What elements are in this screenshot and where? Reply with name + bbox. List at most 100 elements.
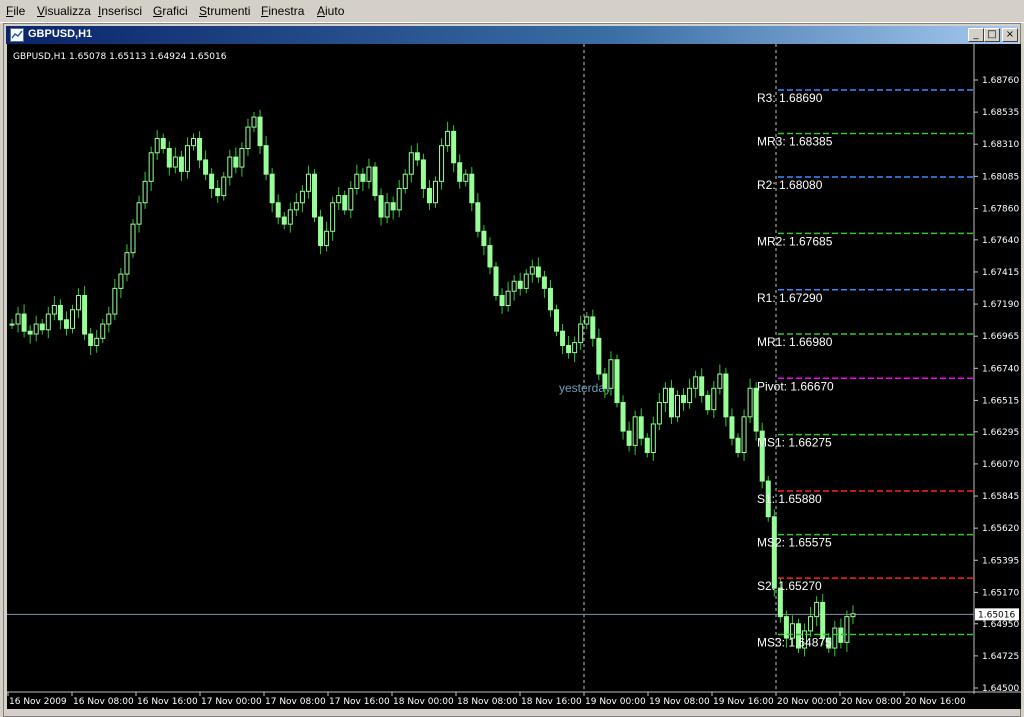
candle-body <box>420 159 426 189</box>
candle-body <box>753 387 759 432</box>
candle-body <box>76 295 82 311</box>
candle-body <box>27 330 33 335</box>
pivot-level-label: MS3: 1.64875 <box>757 635 832 649</box>
candle-body <box>693 376 699 389</box>
time-tick-label: 20 Nov 08:00 <box>841 697 902 707</box>
candle-body <box>263 145 269 175</box>
candle-body <box>378 195 384 218</box>
candle-body <box>681 394 687 404</box>
candle-body <box>723 373 729 418</box>
close-button[interactable]: × <box>1002 28 1018 42</box>
candle-body <box>771 516 777 589</box>
pivot-level-label: S2: 1.65270 <box>757 579 822 593</box>
time-tick-label: 16 Nov 16:00 <box>137 697 198 707</box>
price-tick-label: 1.68535 <box>982 108 1019 118</box>
candle-body <box>602 373 608 389</box>
candle-body <box>166 148 172 168</box>
candle-body <box>741 416 747 454</box>
pivot-level-label: S1: 1.65880 <box>757 492 822 506</box>
candle-body <box>566 344 572 354</box>
menu-grafici[interactable]: Grafici <box>153 4 188 18</box>
candle-body <box>590 316 596 339</box>
candle-body <box>154 138 160 154</box>
candle-body <box>529 266 535 275</box>
candle-body <box>481 230 487 247</box>
price-tick-label: 1.66515 <box>982 396 1019 406</box>
candle-body <box>299 190 305 204</box>
candle-body <box>118 273 124 289</box>
candle-body <box>560 330 566 346</box>
candle-body <box>814 601 820 618</box>
candle-body <box>396 187 402 211</box>
candle-body <box>426 187 432 204</box>
time-tick-label: 16 Nov 08:00 <box>73 697 134 707</box>
candle-body <box>9 323 15 326</box>
current-price-label: 1.65016 <box>978 610 1015 620</box>
candle-body <box>88 333 94 346</box>
candle-body <box>33 323 39 335</box>
candle-body <box>257 116 263 147</box>
candle-body <box>221 176 227 197</box>
price-tick-label: 1.65620 <box>982 524 1019 534</box>
candle-body <box>148 152 154 182</box>
maximize-button[interactable]: □ <box>984 28 1000 42</box>
pivot-level-label: Pivot: 1.66670 <box>757 379 834 393</box>
candle-body <box>305 173 311 192</box>
price-tick-label: 1.66295 <box>982 428 1019 438</box>
price-tick-label: 1.65845 <box>982 492 1019 502</box>
candle-body <box>517 280 523 289</box>
chart-info-line: GBPUSD,H1 1.65078 1.65113 1.64924 1.6501… <box>13 52 227 62</box>
price-tick-label: 1.68310 <box>982 140 1019 150</box>
time-tick-label: 17 Nov 16:00 <box>329 697 390 707</box>
candle-body <box>100 323 106 339</box>
pivot-level-label: R1: 1.67290 <box>757 291 823 305</box>
candle-body <box>318 216 324 247</box>
candle-body <box>136 202 142 225</box>
candle-body <box>124 252 130 275</box>
candle-body <box>227 156 233 178</box>
candle-body <box>850 613 856 618</box>
candle-body <box>445 130 451 147</box>
menu-inserisci[interactable]: Inserisci <box>98 4 142 18</box>
candle-body <box>293 202 299 211</box>
price-tick-label: 1.66740 <box>982 364 1019 374</box>
candle-body <box>281 216 287 225</box>
candle-body <box>336 195 342 204</box>
candle-body <box>414 152 420 161</box>
chart-canvas: 1.68760 1.68535 1.68310 1.68085 1.67860 1.676… <box>7 44 1021 707</box>
candle-body <box>269 173 275 204</box>
price-chart[interactable]: 1.68760 1.68535 1.68310 1.68085 1.67860 1.676… <box>7 44 1021 709</box>
minimize-button[interactable]: _ <box>968 28 984 42</box>
candle-body <box>160 138 166 150</box>
time-tick-label: 20 Nov 16:00 <box>905 697 966 707</box>
candle-body <box>451 130 457 164</box>
time-tick-label: 17 Nov 08:00 <box>265 697 326 707</box>
candle-body <box>735 437 741 454</box>
pivot-level-label: R3: 1.68690 <box>757 91 823 105</box>
candle-body <box>251 116 257 128</box>
candle-body <box>63 319 69 329</box>
candle-body <box>584 316 590 325</box>
pivot-level-label: MR1: 1.66980 <box>757 335 833 349</box>
time-tick-label: 16 Nov 2009 <box>9 697 67 707</box>
price-tick-label: 1.66070 <box>982 460 1019 470</box>
window-titlebar[interactable]: GBPUSD,H1 _ □ × <box>6 26 1018 44</box>
menu-aiuto[interactable]: Aiuto <box>317 4 344 18</box>
chart-window-icon <box>10 28 24 42</box>
candle-body <box>82 295 88 335</box>
candle-body <box>433 180 438 204</box>
candle-body <box>475 202 481 232</box>
candle-body <box>469 173 475 204</box>
candle-body <box>402 173 408 189</box>
candle-body <box>463 173 469 182</box>
menu-visualizza[interactable]: Visualizza <box>37 4 91 18</box>
candle-body <box>535 266 541 278</box>
candle-body <box>578 323 584 344</box>
menu-file[interactable]: File <box>6 4 25 18</box>
candle-body <box>275 202 281 218</box>
candle-body <box>354 173 360 189</box>
candle-body <box>366 166 372 182</box>
menu-strumenti[interactable]: Strumenti <box>199 4 250 18</box>
candle-body <box>487 245 493 268</box>
menu-finestra[interactable]: Finestra <box>261 4 304 18</box>
